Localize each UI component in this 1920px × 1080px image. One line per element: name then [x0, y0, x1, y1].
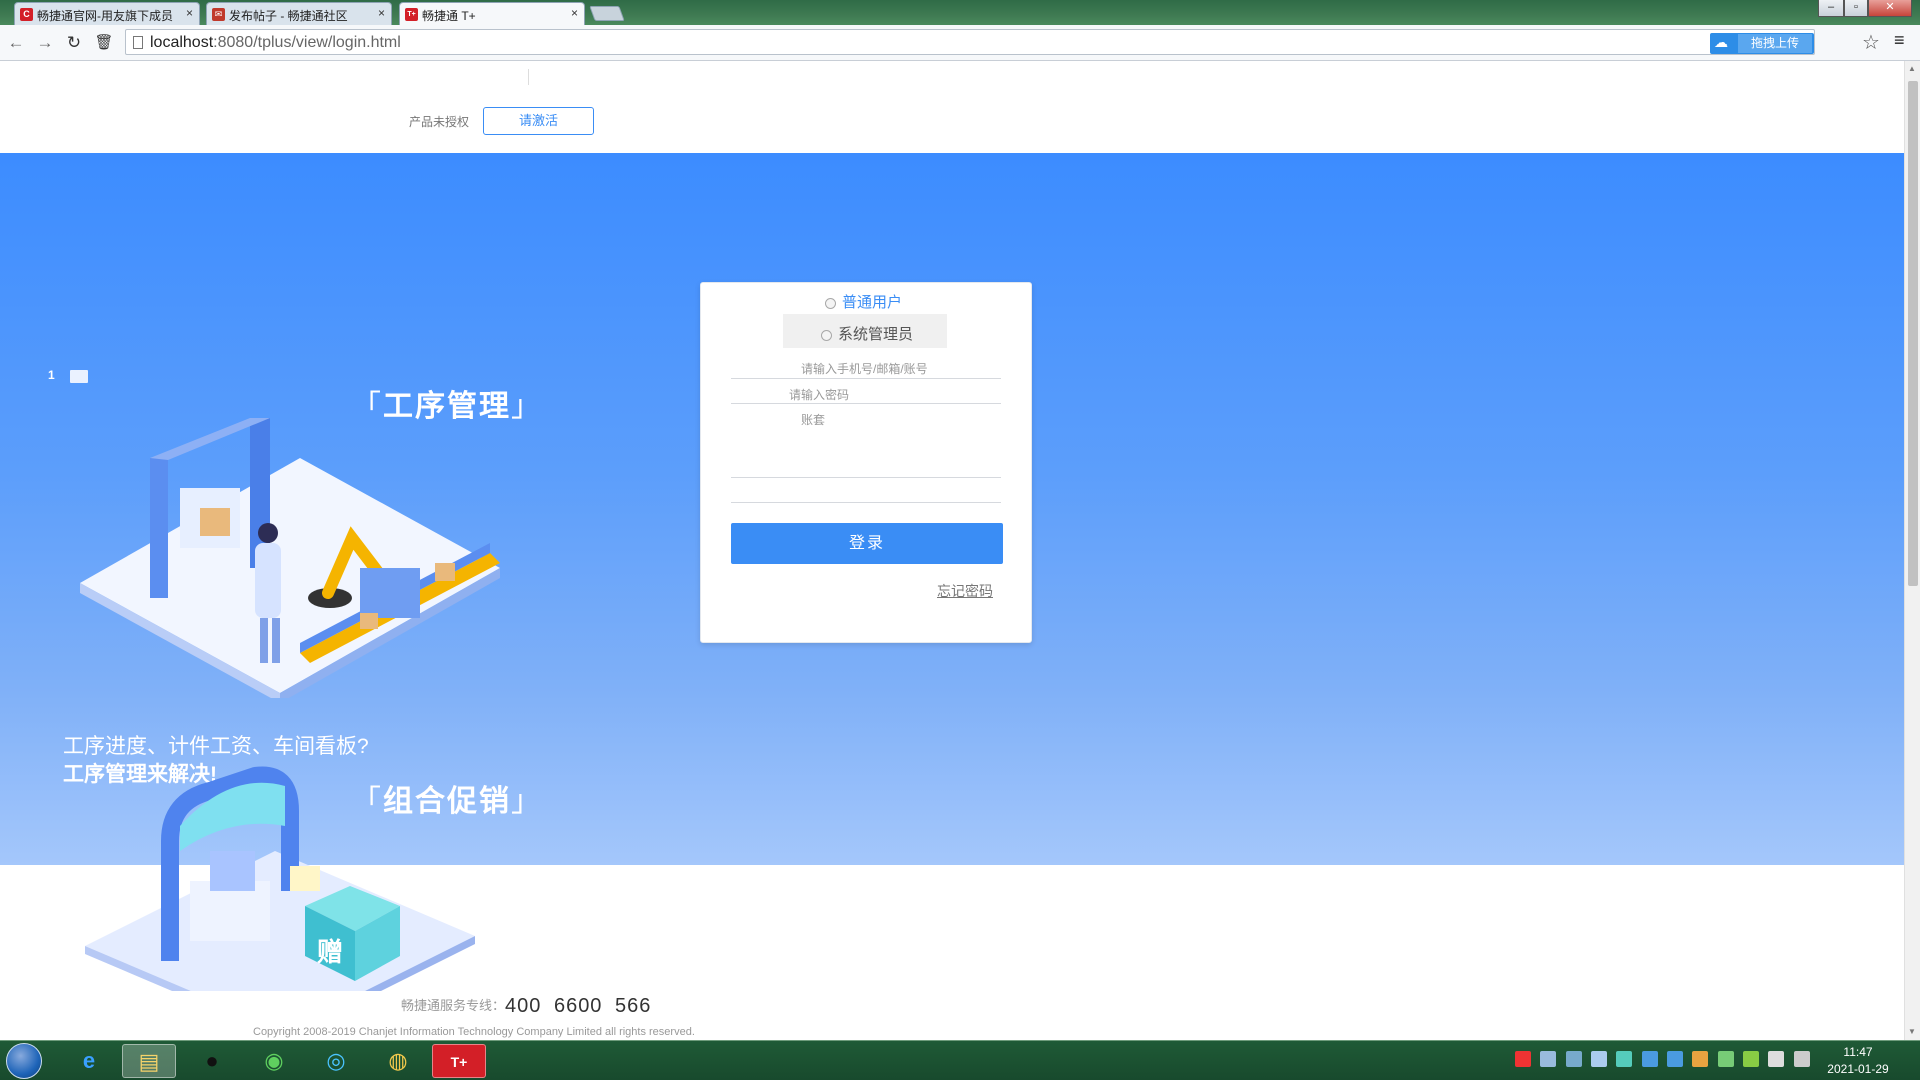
minimize-button[interactable]: –	[1818, 0, 1844, 17]
account-placeholder: 请输入手机号/邮箱/账号	[801, 362, 928, 376]
tplus-favicon-icon: T+	[405, 8, 418, 21]
tray-app-icon[interactable]	[1565, 1051, 1582, 1067]
user-type-radio[interactable]: 普通用户	[825, 291, 902, 312]
scroll-down-icon[interactable]: ▼	[1908, 1027, 1916, 1036]
browser-tab-strip: C 畅捷通官网-用友旗下成员 × ✉ 发布帖子 - 畅捷通社区 × T+ 畅捷通…	[0, 0, 1920, 26]
new-tab-button[interactable]	[589, 6, 625, 21]
wechat-icon[interactable]: ◉	[247, 1044, 301, 1078]
radio-icon	[825, 297, 836, 309]
forward-icon[interactable]: →	[35, 33, 55, 53]
bookmark-star-icon[interactable]: ☆	[1862, 30, 1880, 55]
ledger-select[interactable]: 账套	[731, 405, 1001, 478]
clock-time: 11:47	[1843, 1045, 1873, 1059]
tray-app-icon[interactable]	[1591, 1051, 1608, 1067]
ie-icon[interactable]: e	[62, 1044, 116, 1078]
back-icon[interactable]: ←	[6, 33, 26, 53]
account-input[interactable]: 请输入手机号/邮箱/账号	[731, 356, 1001, 379]
service-hotline: 畅捷通服务专线：400 6600 566	[401, 995, 651, 1018]
cloud-icon: ☁	[1714, 34, 1728, 50]
radio-icon	[821, 329, 832, 341]
tab-title: 畅捷通官网-用友旗下成员	[37, 9, 173, 23]
community-favicon-icon: ✉	[212, 8, 225, 21]
network-icon[interactable]	[1793, 1051, 1810, 1067]
ime-icon[interactable]	[1515, 1051, 1531, 1067]
upload-extension-button[interactable]: ☁ 拖拽上传	[1710, 33, 1814, 54]
file-explorer-icon[interactable]: ▤	[122, 1044, 176, 1078]
browser-q-icon[interactable]: ◎	[309, 1044, 363, 1078]
maximize-button[interactable]: ▫	[1844, 0, 1868, 17]
extra-input[interactable]	[731, 479, 1001, 503]
chrome-icon[interactable]: ◍	[371, 1044, 425, 1078]
tab-title: 畅捷通 T+	[422, 9, 476, 23]
password-input[interactable]: 请输入密码	[731, 380, 1001, 404]
browser-toolbar: ← → ↻ 🗑 localhost:8080/tplus/view/login.…	[0, 25, 1920, 61]
tab-title: 发布帖子 - 畅捷通社区	[229, 9, 348, 23]
url-text[interactable]: localhost:8080/tplus/view/login.html	[150, 34, 401, 52]
forgot-password-link[interactable]: 忘记密码	[937, 581, 993, 601]
close-window-button[interactable]: ✕	[1868, 0, 1912, 17]
hotline-label: 畅捷通服务专线：	[401, 998, 506, 1013]
reload-icon[interactable]: ↻	[64, 33, 84, 53]
address-bar[interactable]: localhost:8080/tplus/view/login.html ☁ 拖…	[125, 29, 1815, 55]
gift-label: 赠	[317, 937, 343, 968]
slide-icon	[70, 370, 88, 383]
system-tray	[1515, 1051, 1816, 1071]
browser-menu-icon[interactable]: ≡	[1894, 30, 1905, 51]
tab-close-icon[interactable]: ×	[378, 6, 385, 20]
admin-type-label: 系统管理员	[838, 326, 914, 343]
qq-icon[interactable]: ●	[185, 1044, 239, 1078]
tplus-taskbar-icon[interactable]: T+	[432, 1044, 486, 1078]
browser-tab[interactable]: C 畅捷通官网-用友旗下成员 ×	[14, 2, 200, 25]
upload-extension-label: 拖拽上传	[1738, 34, 1812, 53]
hotline-number: 400 6600 566	[505, 995, 652, 1017]
tab-close-icon[interactable]: ×	[571, 6, 578, 20]
user-type-label: 普通用户	[842, 294, 903, 311]
header-divider	[528, 69, 529, 85]
scroll-up-icon[interactable]: ▲	[1908, 64, 1916, 73]
slider-indicator[interactable]: 1	[48, 368, 88, 383]
browser-tab-active[interactable]: T+ 畅捷通 T+ ×	[399, 2, 585, 26]
trash-icon[interactable]: 🗑	[94, 33, 114, 51]
login-button[interactable]: 登录	[731, 523, 1003, 564]
factory-illustration	[80, 418, 500, 698]
ledger-placeholder: 账套	[801, 413, 826, 427]
unauthorized-text: 产品未授权	[409, 115, 470, 129]
volume-icon[interactable]	[1768, 1051, 1785, 1067]
tray-app-icon[interactable]	[1616, 1051, 1633, 1067]
promotion-illustration: 赠	[85, 766, 475, 991]
tray-app-icon[interactable]	[1667, 1051, 1684, 1067]
tab-close-icon[interactable]: ×	[186, 6, 193, 20]
activate-button[interactable]: 请激活	[483, 107, 594, 135]
link-icon[interactable]	[1540, 1051, 1557, 1067]
login-card: 普通用户 系统管理员 请输入手机号/邮箱/账号 请输入密码 账套 登录 忘记密码	[700, 282, 1032, 643]
slider-index: 1	[48, 368, 55, 382]
admin-type-radio[interactable]: 系统管理员	[821, 323, 913, 344]
tray-app-icon[interactable]	[1692, 1051, 1709, 1067]
browser-tab[interactable]: ✉ 发布帖子 - 畅捷通社区 ×	[206, 2, 392, 25]
scrollbar-thumb[interactable]	[1908, 81, 1918, 586]
page-icon	[133, 36, 143, 49]
tray-app-icon[interactable]	[1717, 1051, 1734, 1067]
password-placeholder: 请输入密码	[789, 388, 850, 402]
chanjet-favicon-icon: C	[20, 8, 33, 21]
windows-taskbar: e ▤ ● ◉ ◎ ◍ T+ 11:47 2021-01-29	[0, 1040, 1920, 1080]
page-scrollbar[interactable]: ▲ ▼	[1904, 61, 1920, 1040]
copyright-text: Copyright 2008-2019 Chanjet Information …	[253, 1026, 695, 1038]
tray-app-icon[interactable]	[1641, 1051, 1658, 1067]
system-clock[interactable]: 11:47 2021-01-29	[1818, 1044, 1898, 1078]
clock-date: 2021-01-29	[1827, 1062, 1889, 1076]
login-page: 产品未授权 请激活 1 「工序管理」 工序进度、计件工资、车间看板? 工序管理来…	[0, 61, 1904, 1040]
nvidia-icon[interactable]	[1743, 1051, 1760, 1067]
start-button[interactable]	[6, 1043, 42, 1079]
